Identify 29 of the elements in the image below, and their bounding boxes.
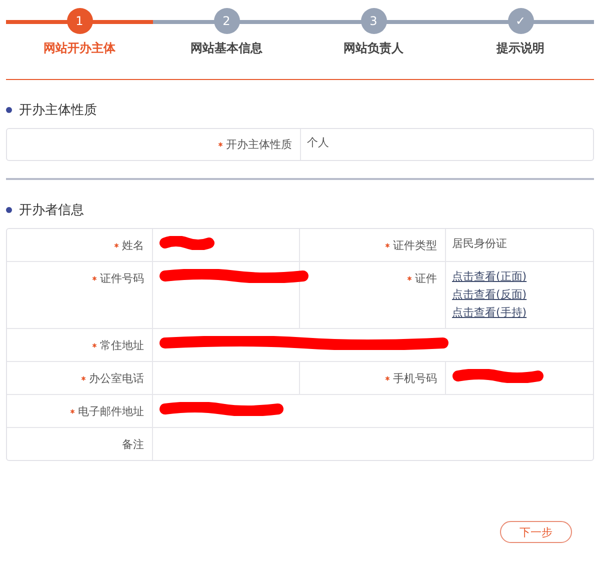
step-label: 网站开办主体	[44, 40, 116, 57]
field-label: 办公室电话	[89, 370, 144, 386]
step-marker: 1	[66, 8, 92, 34]
bullet-dot	[6, 207, 12, 213]
step-label: 网站负责人	[344, 40, 404, 57]
field-label: 姓名	[122, 238, 144, 252]
section-title: 开办者信息	[19, 202, 84, 219]
field-label: 常住地址	[100, 338, 144, 352]
step-marker: 3	[360, 8, 386, 34]
field-label: 证件类型	[393, 238, 437, 252]
next-button[interactable]: 下一步	[500, 521, 572, 543]
field-label: 证件	[415, 271, 437, 286]
section-title: 开办主体性质	[19, 102, 97, 119]
field-label: 备注	[122, 436, 144, 452]
redaction-scribble	[159, 236, 215, 250]
field-label: 电子邮件地址	[78, 404, 144, 418]
view-link[interactable]: 点击查看(反面)	[452, 287, 587, 303]
view-link[interactable]: 点击查看(手持)	[452, 305, 587, 321]
view-link[interactable]: 点击查看(正面)	[452, 269, 587, 285]
step-label: 提示说明	[496, 40, 544, 57]
bullet-dot	[6, 107, 12, 113]
step-marker: 2	[214, 8, 240, 34]
field-value: 个人	[307, 135, 330, 150]
step-label: 网站基本信息	[190, 40, 262, 57]
field-label: 开办主体性质	[226, 137, 292, 152]
field-label: 手机号码	[393, 370, 437, 386]
step-marker: ✓	[508, 8, 534, 34]
field-value: 居民身份证	[452, 236, 508, 250]
field-label: 证件号码	[100, 271, 144, 286]
